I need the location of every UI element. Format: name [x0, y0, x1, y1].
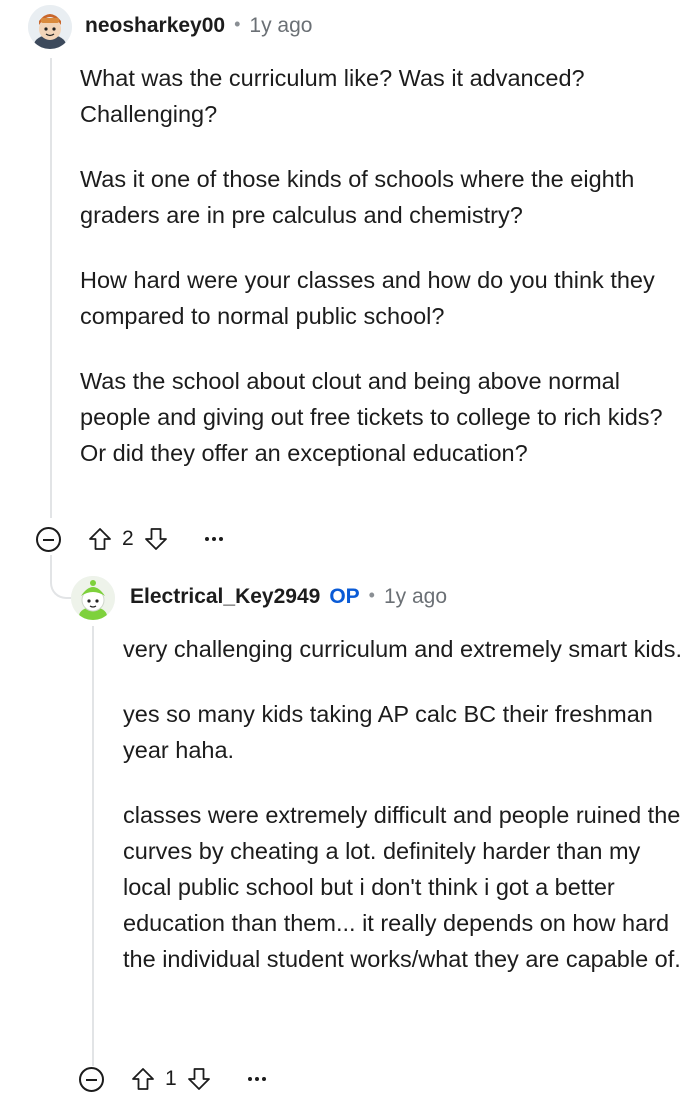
comment-paragraph: Was it one of those kinds of schools whe… — [80, 166, 635, 228]
comment-body: What was the curriculum like? Was it adv… — [80, 60, 680, 500]
vote-controls: 2 — [87, 526, 169, 552]
comment-actions: 2 — [36, 526, 223, 552]
downvote-icon[interactable] — [143, 526, 169, 552]
comment-paragraph: What was the curriculum like? Was it adv… — [80, 65, 585, 127]
vote-controls: 1 — [130, 1066, 212, 1092]
comment-body: very challenging curriculum and extremel… — [123, 631, 683, 1006]
comment-header: neosharkey00 • 1y ago — [85, 14, 312, 38]
collapse-icon[interactable] — [79, 1066, 104, 1092]
avatar-neosharkey-icon — [28, 5, 72, 49]
avatar[interactable] — [71, 576, 115, 620]
avatar-electrical-key-icon — [71, 576, 115, 620]
collapse-icon[interactable] — [36, 526, 61, 552]
thread-line[interactable] — [92, 626, 94, 1066]
comment-paragraph: Was the school about clout and being abo… — [80, 368, 663, 466]
downvote-icon[interactable] — [186, 1066, 212, 1092]
separator-dot: • — [368, 585, 375, 605]
timestamp: 1y ago — [249, 14, 313, 37]
comment-paragraph: yes so many kids taking AP calc BC their… — [123, 701, 653, 763]
separator-dot: • — [234, 14, 241, 34]
username[interactable]: Electrical_Key2949 — [130, 585, 320, 609]
op-badge: OP — [329, 585, 360, 608]
upvote-icon[interactable] — [87, 526, 113, 552]
more-options-icon[interactable] — [247, 1077, 266, 1081]
username[interactable]: neosharkey00 — [85, 14, 225, 38]
more-options-icon[interactable] — [204, 537, 223, 541]
vote-score: 2 — [122, 527, 134, 550]
upvote-icon[interactable] — [130, 1066, 156, 1092]
comment-paragraph: very challenging curriculum and extremel… — [123, 636, 682, 662]
thread-line[interactable] — [50, 58, 52, 518]
timestamp: 1y ago — [383, 585, 448, 608]
comment-header: Electrical_Key2949 OP • 1y ago — [130, 585, 447, 609]
comment-paragraph: classes were extremely difficult and peo… — [123, 802, 681, 972]
comment-actions: 1 — [79, 1066, 266, 1092]
avatar[interactable] — [28, 5, 72, 49]
comment-paragraph: How hard were your classes and how do yo… — [80, 267, 655, 329]
vote-score: 1 — [165, 1067, 177, 1090]
